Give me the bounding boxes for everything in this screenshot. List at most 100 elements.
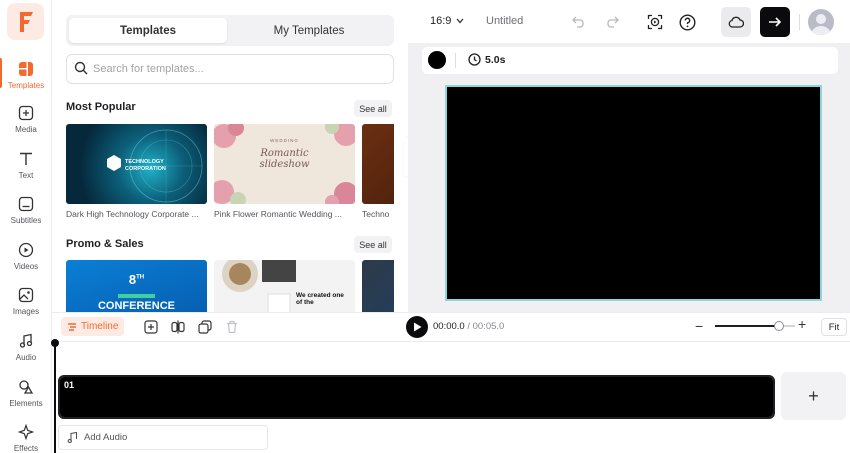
add-clip-button[interactable]: + <box>781 372 846 420</box>
playhead[interactable] <box>51 339 59 453</box>
aspect-ratio-select[interactable]: 16:9 <box>430 15 464 27</box>
sidebar-item-templates[interactable]: Templates <box>0 58 52 102</box>
top-toolbar: 16:9 Untitled <box>408 0 850 43</box>
property-bar: 5.0s <box>422 47 838 74</box>
template-overlay-subtitle: WEDDING <box>270 138 299 143</box>
template-overlay-number: 8TH <box>66 272 207 287</box>
sidebar-item-label: Videos <box>13 262 39 271</box>
export-button[interactable] <box>760 7 790 37</box>
section-title-most-popular: Most Popular <box>66 101 136 113</box>
overlay-accent-bar <box>118 294 155 298</box>
effects-icon <box>17 423 35 441</box>
templates-icon <box>17 60 35 78</box>
images-icon <box>17 286 35 304</box>
sidebar-item-label: Subtitles <box>10 216 42 225</box>
sidebar-item-text[interactable]: Text <box>0 150 52 192</box>
timeline-label-text: Timeline <box>81 321 119 332</box>
help-icon[interactable] <box>676 11 698 33</box>
cloud-icon <box>728 16 744 28</box>
delete-icon[interactable] <box>224 319 240 335</box>
zoom-slider-handle[interactable] <box>774 321 784 331</box>
template-thumbnail: WEDDING Romantic slideshow <box>214 124 355 204</box>
preview-icon[interactable] <box>644 11 666 33</box>
chevron-down-icon <box>456 18 464 24</box>
elements-icon <box>17 378 35 396</box>
sidebar-item-elements[interactable]: Elements <box>0 378 52 420</box>
duration-value: 5.0s <box>485 53 506 66</box>
cloud-save-button[interactable] <box>721 7 751 37</box>
template-card[interactable]: TECHNOLOGY CORPORATION Dark High Technol… <box>66 124 207 219</box>
sidebar-item-images[interactable]: Images <box>0 286 52 328</box>
sidebar-item-label: Images <box>12 307 40 316</box>
play-button[interactable] <box>406 316 428 338</box>
project-title[interactable]: Untitled <box>486 15 523 27</box>
template-card[interactable]: Techno <box>362 124 394 219</box>
templates-tabs: Templates My Templates <box>66 15 394 46</box>
toolbar-divider <box>799 14 800 30</box>
audio-icon <box>17 332 35 350</box>
template-card[interactable]: WEDDING Romantic slideshow Pink Flower R… <box>214 124 355 219</box>
sidebar-item-effects[interactable]: Effects <box>0 423 52 453</box>
property-divider <box>455 53 456 68</box>
timeline-label[interactable]: Timeline <box>61 317 125 336</box>
template-caption: Dark High Technology Corporate ... <box>66 209 199 219</box>
zoom-slider-track[interactable] <box>715 325 779 327</box>
app-logo[interactable] <box>7 3 44 40</box>
sidebar-item-media[interactable]: Media <box>0 104 52 146</box>
sidebar-item-label: Effects <box>13 444 39 453</box>
template-caption: Pink Flower Romantic Wedding ... <box>214 209 342 219</box>
left-sidebar: Templates Media Text Subtitles Videos Im… <box>0 0 52 453</box>
search-icon <box>74 61 88 78</box>
template-search-box <box>66 54 394 84</box>
template-thumbnail: We created one of the <box>214 260 355 312</box>
background-color-swatch[interactable] <box>428 51 446 69</box>
undo-icon[interactable] <box>568 11 590 33</box>
duration-control[interactable]: 5.0s <box>468 53 505 66</box>
template-overlay-text: Romantic slideshow <box>259 148 310 170</box>
zoom-out-icon[interactable]: − <box>695 318 703 334</box>
timeline-icon <box>68 322 76 331</box>
sidebar-item-label: Text <box>18 171 34 180</box>
redo-icon[interactable] <box>601 11 623 33</box>
subtitles-icon <box>17 195 35 213</box>
template-thumbnail <box>362 260 394 312</box>
add-scene-icon[interactable] <box>143 319 159 335</box>
search-input[interactable] <box>93 63 373 75</box>
add-audio-button[interactable]: Add Audio <box>58 425 268 450</box>
template-card[interactable]: We created one of the <box>214 260 355 312</box>
sidebar-item-label: Media <box>15 125 37 134</box>
logo-icon <box>19 11 33 32</box>
template-card[interactable] <box>362 260 394 312</box>
duplicate-icon[interactable] <box>197 319 213 335</box>
template-overlay-text: We created one of the <box>296 292 344 307</box>
avatar[interactable] <box>808 9 834 35</box>
sidebar-item-label: Elements <box>9 399 43 408</box>
templates-panel: Templates My Templates Most Popular See … <box>52 0 408 312</box>
template-overlay-text: CONFERENCE <box>97 300 175 312</box>
clock-icon <box>468 53 481 66</box>
timeline-panel: Timeline 00:00.0 / 00:05.0 − + Fit 01 + … <box>51 312 850 453</box>
see-all-button[interactable]: See all <box>354 236 392 253</box>
sidebar-item-label: Audio <box>15 353 37 362</box>
zoom-in-icon[interactable]: + <box>798 316 806 332</box>
play-icon <box>413 322 421 332</box>
tab-templates[interactable]: Templates <box>69 18 227 43</box>
sidebar-item-label: Templates <box>7 81 45 90</box>
sidebar-item-videos[interactable]: Videos <box>0 241 52 283</box>
aspect-ratio-value: 16:9 <box>430 15 452 27</box>
overlay-number-suffix: TH <box>136 274 145 281</box>
split-icon[interactable] <box>170 319 186 335</box>
videos-icon <box>17 241 35 259</box>
fit-button[interactable]: Fit <box>821 318 847 336</box>
promo-sales-row: 8TH CONFERENCE We created one of the <box>66 260 394 312</box>
template-card[interactable]: 8TH CONFERENCE <box>66 260 207 312</box>
template-thumbnail: 8TH CONFERENCE <box>66 260 207 312</box>
tab-my-templates[interactable]: My Templates <box>230 18 388 43</box>
timeline-clip[interactable]: 01 <box>58 375 775 419</box>
add-audio-label: Add Audio <box>84 432 128 443</box>
sidebar-item-audio[interactable]: Audio <box>0 332 52 374</box>
sidebar-item-subtitles[interactable]: Subtitles <box>0 195 52 237</box>
section-title-promo-sales: Promo & Sales <box>66 238 144 250</box>
see-all-button[interactable]: See all <box>354 100 392 117</box>
canvas-stage[interactable] <box>445 85 822 301</box>
